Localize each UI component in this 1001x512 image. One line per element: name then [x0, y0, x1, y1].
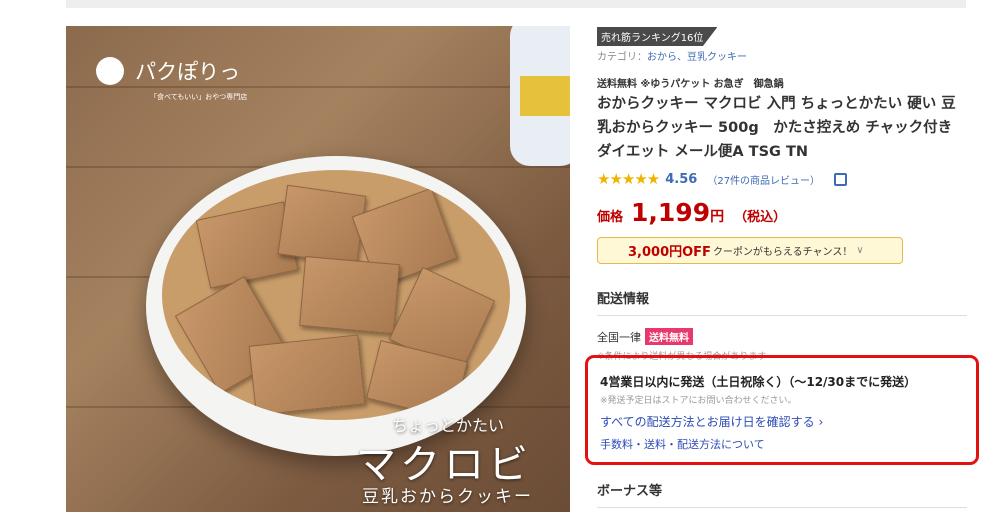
star-rating-icon: ★★★★★ [597, 170, 660, 188]
product-info: 売れ筋ランキング16位 カテゴリ：おから、豆乳クッキー 送料無料 ※ゆうパケット… [597, 26, 967, 362]
shipping-rate: 全国一律 送料無料 [597, 328, 967, 345]
brand-name: パクぽりっ [135, 60, 241, 84]
coupon-text: クーポンがもらえるチャンス！ [712, 247, 853, 258]
overlay-sub-text: 豆乳おからクッキー [362, 487, 533, 507]
delivery-info-box: 4営業日以内に発送（土日祝除く）（～12/30までに発送） ※発送予定日はストア… [585, 355, 979, 465]
free-shipping-badge: 送料無料 [645, 328, 693, 345]
delivery-methods-link[interactable]: すべての配送方法とお届け日を確認する › [600, 413, 823, 430]
coupon-button[interactable]: 3,000円OFF クーポンがもらえるチャンス！ ∨ [597, 237, 903, 264]
shipping-heading: 配送情報 [597, 288, 967, 316]
nationwide-label: 全国一律 [597, 330, 641, 344]
category-label: カテゴリ： [597, 52, 647, 63]
chevron-down-icon: ∨ [856, 245, 864, 256]
price-label: 価格 [597, 210, 624, 225]
price-tax: （税込） [734, 210, 787, 225]
shipping-tags: 送料無料 ※ゆうパケット お急ぎ 御急鍋 [597, 79, 784, 90]
brand-logo: パクぽりっ 「食べてもいい」おやつ専門店 [96, 56, 296, 102]
fees-shipping-link[interactable]: 手数料・送料・配送方法について [600, 436, 765, 452]
review-count-link[interactable]: （27件の商品レビュー） [707, 172, 820, 187]
product-title: おからクッキー マクロビ 入門 ちょっとかたい 硬い 豆乳おからクッキー 500… [597, 96, 956, 160]
jar-image [510, 26, 570, 166]
brand-sub: 「食べてもいい」おやつ専門店 [150, 93, 248, 101]
rating-row: ★★★★★ 4.56 （27件の商品レビュー） [597, 170, 967, 188]
bowl-image [146, 156, 526, 456]
price-value: 1,199 [631, 198, 711, 227]
coupon-amount: 3,000円OFF [628, 245, 711, 260]
price-currency: 円 [710, 209, 725, 225]
category-links[interactable]: おから、豆乳クッキー [647, 52, 747, 63]
rating-value[interactable]: 4.56 [665, 172, 697, 187]
bonus-heading: ボーナス等 [597, 480, 967, 508]
brand-logo-icon [96, 57, 124, 85]
delivery-schedule: 4営業日以内に発送（土日祝除く）（～12/30までに発送） [600, 375, 917, 389]
delivery-note: ※発送予定日はストアにお問い合わせください。 [600, 396, 797, 406]
category: カテゴリ：おから、豆乳クッキー [597, 48, 967, 63]
price-row: 価格 1,199 円 （税込） [597, 198, 967, 227]
ranking-badge[interactable]: 売れ筋ランキング16位 [597, 27, 718, 46]
write-review-icon[interactable] [834, 172, 848, 186]
top-bar [66, 0, 966, 8]
